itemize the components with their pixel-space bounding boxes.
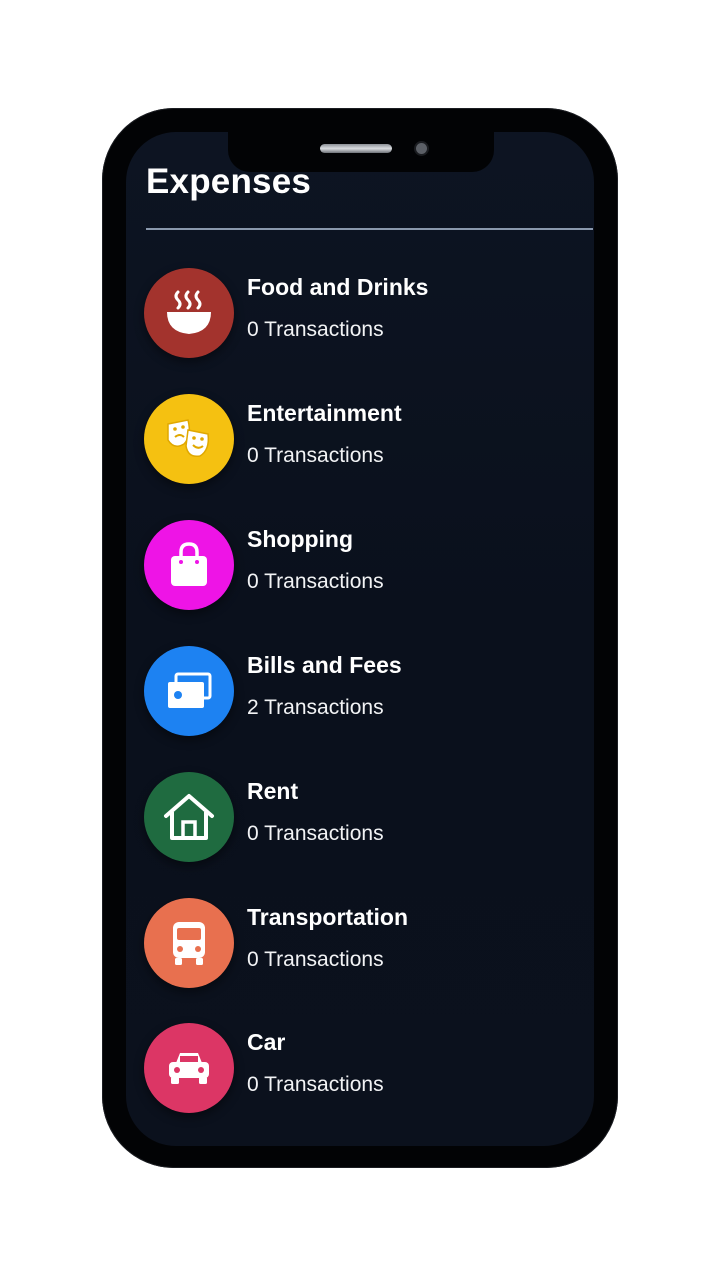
money-bills-icon: [144, 646, 234, 736]
title-divider: [146, 228, 593, 230]
car-icon: [144, 1023, 234, 1113]
category-item-shopping[interactable]: Shopping 0 Transactions: [144, 520, 574, 612]
category-name: Car: [247, 1029, 286, 1055]
phone-notch: [228, 128, 494, 172]
shopping-bag-icon: [144, 520, 234, 610]
transaction-count: 0 Transactions: [247, 822, 384, 845]
house-icon: [144, 772, 234, 862]
transaction-count: 0 Transactions: [247, 570, 384, 593]
app-screen: Expenses Food and Drinks 0 Transactions: [126, 132, 594, 1146]
transaction-count: 0 Transactions: [247, 1073, 384, 1096]
category-name: Entertainment: [247, 400, 402, 426]
theater-masks-icon: [144, 394, 234, 484]
category-name: Bills and Fees: [247, 652, 402, 678]
category-item-entertainment[interactable]: Entertainment 0 Transactions: [144, 394, 574, 486]
category-name: Transportation: [247, 904, 409, 930]
category-item-food-and-drinks[interactable]: Food and Drinks 0 Transactions: [144, 268, 574, 360]
category-item-car[interactable]: Car 0 Transactions: [144, 1023, 574, 1115]
transaction-count: 0 Transactions: [247, 318, 384, 341]
bus-icon: [144, 898, 234, 988]
category-item-bills-and-fees[interactable]: Bills and Fees 2 Transactions: [144, 646, 574, 738]
transaction-count: 0 Transactions: [247, 948, 384, 971]
category-name: Shopping: [247, 526, 354, 552]
category-item-rent[interactable]: Rent 0 Transactions: [144, 772, 574, 864]
bowl-icon: [144, 268, 234, 358]
category-name: Food and Drinks: [247, 274, 429, 300]
speaker-grille: [320, 144, 392, 153]
category-item-transportation[interactable]: Transportation 0 Transactions: [144, 898, 574, 990]
transaction-count: 0 Transactions: [247, 444, 384, 467]
transaction-count: 2 Transactions: [247, 696, 384, 719]
category-name: Rent: [247, 778, 299, 804]
front-camera: [416, 143, 427, 154]
